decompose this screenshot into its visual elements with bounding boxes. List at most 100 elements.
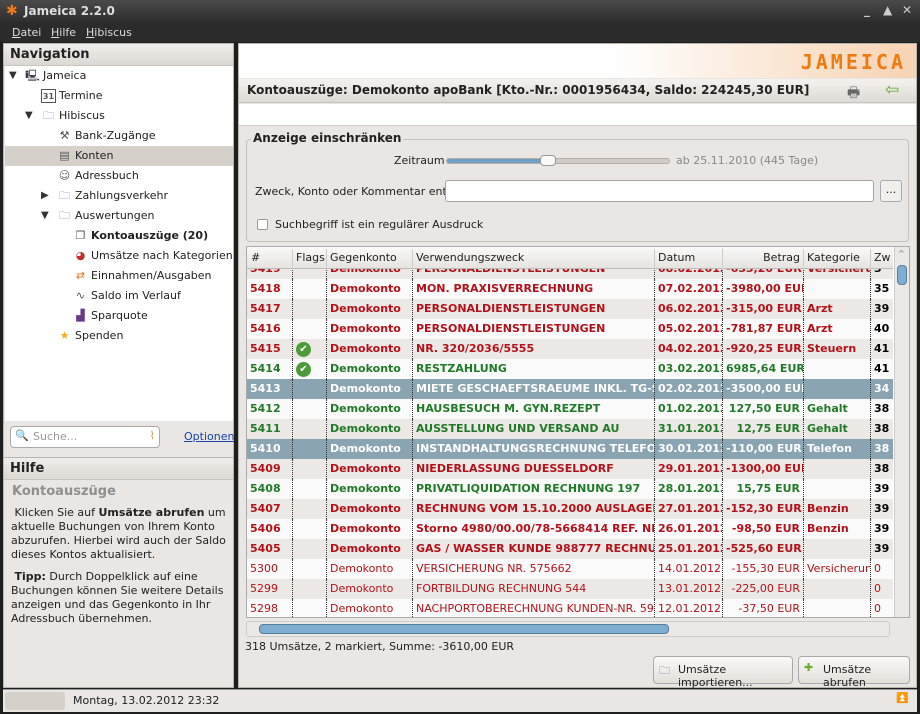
nav-item-spenden[interactable]: ★ Spenden bbox=[5, 326, 233, 346]
collapse-arrow-icon[interactable]: ▼ bbox=[9, 66, 17, 86]
menu-hibiscus[interactable]: Hibiscus bbox=[86, 26, 132, 39]
nav-item-termine[interactable]: 31 Termine bbox=[5, 86, 233, 106]
nav-item-zahlungsverkehr[interactable]: ▶ 🗀 Zahlungsverkehr bbox=[5, 186, 233, 206]
nav-item-saldo-im-verlauf[interactable]: ∿ Saldo im Verlauf bbox=[5, 286, 233, 306]
menu-hilfe[interactable]: Hilfe bbox=[51, 26, 76, 39]
import-button[interactable]: 🗀 Umsätze importieren... bbox=[653, 656, 793, 689]
table-row[interactable]: 5416 Demokonto PERSONALDIENSTLEISTUNGEN 05.… bbox=[247, 319, 893, 339]
print-icon[interactable]: 🖶 bbox=[847, 82, 860, 106]
table-row[interactable]: 5413 Demokonto MIETE GESCHAEFTSRAEUME INKL… bbox=[247, 379, 893, 399]
table-row[interactable]: 5408 Demokonto PRIVATLIQUIDATION RECHNUNG … bbox=[247, 479, 893, 499]
table-row[interactable]: 5415 ✔ Demokonto NR. 320/2036/5555 04.02.201… bbox=[247, 339, 893, 359]
column-header-zw[interactable]: Zw bbox=[874, 251, 891, 264]
table-row[interactable]: 5414 ✔ Demokonto RESTZAHLUNG 03.02.2012 6985,… bbox=[247, 359, 893, 379]
column-divider[interactable] bbox=[292, 249, 293, 267]
table-row[interactable]: 5411 Demokonto AUSSTELLUNG UND VERSAND AU 3… bbox=[247, 419, 893, 439]
cell-betrag: -98,50 EUR bbox=[722, 519, 803, 539]
nav-item-kontoauszüge-20-[interactable]: ❐ Kontoauszüge (20) bbox=[5, 226, 233, 246]
column-divider[interactable] bbox=[412, 249, 413, 267]
column-header-datum[interactable]: Datum bbox=[658, 251, 695, 264]
nav-item-hibiscus[interactable]: ▼ 🗀 Hibiscus bbox=[5, 106, 233, 126]
table-row[interactable]: 5409 Demokonto NIEDERLASSUNG DUESSELDORF 29… bbox=[247, 459, 893, 479]
nav-item-adressbuch[interactable]: ☺ Adressbuch bbox=[5, 166, 233, 186]
column-header-flags[interactable]: Flags bbox=[296, 251, 325, 264]
hscroll-thumb[interactable] bbox=[259, 624, 669, 634]
nav-item-umsätze-nach-kategorien[interactable]: ◕ Umsätze nach Kategorien bbox=[5, 246, 233, 266]
nav-item-sparquote[interactable]: ▟ Sparquote bbox=[5, 306, 233, 326]
column-divider[interactable] bbox=[803, 249, 804, 267]
minimize-button[interactable]: _ bbox=[864, 3, 870, 17]
fetch-button[interactable]: ✚ Umsätze abrufen bbox=[798, 656, 910, 689]
column-divider[interactable] bbox=[654, 249, 655, 267]
menu-datei[interactable]: Datei bbox=[12, 26, 41, 39]
cell-id: 5415 bbox=[250, 342, 281, 355]
table-row[interactable]: 5298 Demokonto NACHPORTOBERECHNUNG KUNDEN-… bbox=[247, 599, 893, 617]
cell-zw: 39 bbox=[870, 479, 893, 499]
table-row[interactable]: 5406 Demokonto Storno 4980/00.00/78-566841… bbox=[247, 519, 893, 539]
close-button[interactable]: ✕ bbox=[902, 3, 912, 17]
nav-item-konten[interactable]: ▤ Konten bbox=[5, 146, 233, 166]
cell-datum: 07.02.2012 bbox=[654, 279, 722, 299]
scroll-thumb[interactable] bbox=[897, 265, 907, 285]
table-row[interactable]: 5410 Demokonto INSTANDHALTUNGSRECHNUNG TEL… bbox=[247, 439, 893, 459]
table-row[interactable]: 5418 Demokonto MON. PRAXISVERRECHNUNG 07.02… bbox=[247, 279, 893, 299]
column-divider[interactable] bbox=[722, 249, 723, 267]
column-header-gegenkonto[interactable]: Gegenkonto bbox=[330, 251, 397, 264]
navigation-title: Navigation bbox=[4, 44, 233, 66]
cell-zweck: MON. PRAXISVERRECHNUNG bbox=[412, 279, 654, 299]
cell-id: 5300 bbox=[250, 562, 278, 575]
expand-arrow-icon[interactable]: ▶ bbox=[41, 186, 49, 206]
slider-knob[interactable] bbox=[539, 155, 556, 166]
computer-icon: 🖳 bbox=[25, 69, 40, 82]
column-header-verwendungszweck[interactable]: Verwendungszweck bbox=[416, 251, 524, 264]
table-row[interactable]: 5300 Demokonto VERSICHERUNG NR. 575662 14.0… bbox=[247, 559, 893, 579]
nav-item-auswertungen[interactable]: ▼ 🗀 Auswertungen bbox=[5, 206, 233, 226]
cell-zweck: RESTZAHLUNG bbox=[412, 359, 654, 379]
collapse-arrow-icon[interactable]: ▼ bbox=[41, 206, 49, 226]
main-panel: JAMEICA Kontoauszüge: Demokonto apoBank … bbox=[238, 43, 917, 689]
table-row[interactable]: 5405 Demokonto GAS / WASSER KUNDE 988777 R… bbox=[247, 539, 893, 559]
options-link[interactable]: Optionen bbox=[184, 430, 234, 443]
zeitraum-slider[interactable] bbox=[446, 155, 670, 166]
nav-item-einnahmen-ausgaben[interactable]: ⇄ Einnahmen/Ausgaben bbox=[5, 266, 233, 286]
zweck-search-input[interactable] bbox=[445, 180, 874, 202]
collapse-arrow-icon[interactable]: ▼ bbox=[25, 106, 33, 126]
nav-item-label: Hibiscus bbox=[59, 109, 105, 122]
search-input[interactable]: 🔍 Suche... ⌇ bbox=[10, 426, 160, 448]
column-header-kategorie[interactable]: Kategorie bbox=[807, 251, 860, 264]
cell-datum: 04.02.2012 bbox=[654, 339, 722, 359]
cell-zweck: HAUSBESUCH M. GYN.REZEPT bbox=[412, 399, 654, 419]
cell-id: 5405 bbox=[250, 542, 281, 555]
vertical-scrollbar[interactable]: ^ bbox=[894, 247, 909, 617]
nav-item-label: Spenden bbox=[75, 329, 124, 342]
cell-konto: Demokonto bbox=[326, 479, 412, 499]
nav-item-bank-zugänge[interactable]: ⚒ Bank-Zugänge bbox=[5, 126, 233, 146]
cell-zweck: INSTANDHALTUNGSRECHNUNG TELEFONANLAGE bbox=[412, 439, 654, 459]
table-row[interactable]: 5299 Demokonto FORTBILDUNG RECHNUNG 544 13.… bbox=[247, 579, 893, 599]
expand-log-icon[interactable]: ⏫ bbox=[896, 693, 908, 704]
table-row[interactable]: 5412 Demokonto HAUSBESUCH M. GYN.REZEPT 01.… bbox=[247, 399, 893, 419]
clear-broom-icon[interactable]: ⌇ bbox=[150, 429, 155, 442]
table-row[interactable]: 5407 Demokonto RECHNUNG VOM 15.10.2000 AUS… bbox=[247, 499, 893, 519]
back-arrow-icon[interactable]: ⇦ bbox=[885, 80, 899, 100]
banner: JAMEICA bbox=[239, 44, 916, 78]
nav-item-label: Kontoauszüge (20) bbox=[91, 229, 209, 242]
cell-datum: 30.01.2012 bbox=[654, 439, 722, 459]
column-divider[interactable] bbox=[326, 249, 327, 267]
maximize-button[interactable]: ▲ bbox=[883, 3, 892, 17]
cell-kat: Benzin bbox=[803, 519, 870, 539]
folder-icon: 🗀 bbox=[59, 189, 70, 202]
table-row[interactable]: 5417 Demokonto PERSONALDIENSTLEISTUNGEN 06.… bbox=[247, 299, 893, 319]
horizontal-scrollbar[interactable] bbox=[246, 621, 890, 637]
column-divider[interactable] bbox=[870, 249, 871, 267]
import-label: Umsätze importieren... bbox=[678, 663, 753, 689]
nav-item-jameica[interactable]: ▼ 🖳 Jameica bbox=[5, 66, 233, 86]
regex-checkbox[interactable] bbox=[257, 219, 268, 230]
more-options-button[interactable]: ... bbox=[880, 180, 902, 202]
column-header-id[interactable]: # bbox=[251, 251, 260, 264]
cell-flag bbox=[292, 419, 326, 439]
column-header-betrag[interactable]: Betrag bbox=[763, 251, 800, 264]
cell-datum: 31.01.2012 bbox=[654, 419, 722, 439]
cell-id: 5411 bbox=[250, 422, 281, 435]
tools-icon: ⚒ bbox=[59, 129, 70, 142]
